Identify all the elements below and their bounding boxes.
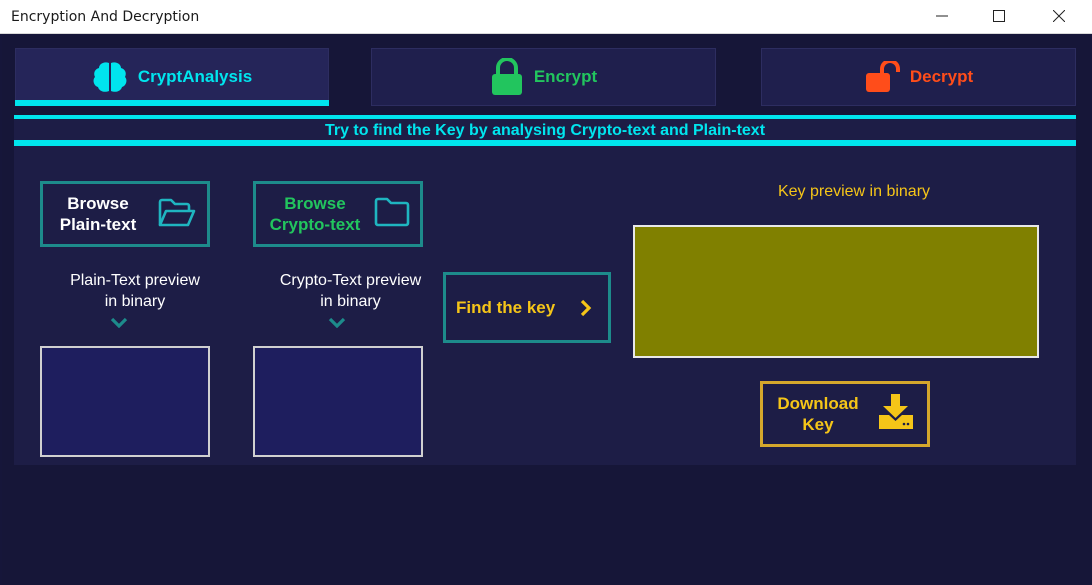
unlock-icon — [865, 61, 900, 92]
crypto-preview-label: Crypto-Text preview in binary — [253, 270, 448, 312]
tab-cryptanalysis[interactable]: CryptAnalysis — [15, 48, 329, 106]
maximize-button[interactable] — [976, 0, 1022, 33]
find-the-key-label: Find the key — [456, 298, 556, 317]
cryptanalysis-panel: Try to find the Key by analysing Crypto-… — [14, 115, 1076, 465]
plain-preview-line2: in binary — [104, 293, 166, 310]
browse-crypto-line1: Browse — [284, 194, 346, 213]
browse-plain-text-button[interactable]: Browse Plain-text — [40, 181, 210, 247]
browse-crypto-text-button[interactable]: Browse Crypto-text — [253, 181, 423, 247]
plain-preview-line1: Plain-Text preview — [70, 272, 200, 289]
download-key-button[interactable]: Download Key — [760, 381, 930, 447]
close-icon — [1053, 10, 1065, 22]
close-button[interactable] — [1036, 0, 1082, 33]
find-the-key-button[interactable]: Find the key — [443, 272, 611, 343]
tab-decrypt-label: Decrypt — [909, 67, 974, 86]
download-key-line2: Key — [802, 415, 834, 434]
title-bar: Encryption And Decryption — [0, 0, 1092, 34]
plain-text-binary-preview — [40, 346, 210, 457]
instruction-banner: Try to find the Key by analysing Crypto-… — [14, 115, 1076, 146]
minimize-icon — [936, 15, 948, 17]
key-binary-preview — [633, 225, 1039, 358]
download-key-line1: Download — [777, 394, 859, 413]
key-preview-label: Key preview in binary — [777, 183, 931, 200]
chevron-right-icon — [580, 299, 592, 317]
browse-plain-line1: Browse — [67, 194, 129, 213]
app-body: CryptAnalysis Encrypt Decrypt Try to fin… — [2, 35, 1090, 585]
tab-encrypt-label: Encrypt — [533, 67, 598, 86]
chevron-down-icon — [110, 317, 128, 328]
tab-decrypt[interactable]: Decrypt — [761, 48, 1076, 106]
crypto-preview-line1: Crypto-Text preview — [279, 272, 422, 289]
brain-icon — [93, 62, 127, 92]
browse-crypto-line2: Crypto-text — [269, 215, 361, 234]
maximize-icon — [993, 10, 1005, 22]
minimize-button[interactable] — [919, 0, 965, 33]
tab-encrypt[interactable]: Encrypt — [371, 48, 716, 106]
crypto-text-binary-preview — [253, 346, 423, 457]
folder-icon — [374, 197, 410, 227]
tab-cryptanalysis-label: CryptAnalysis — [137, 67, 253, 86]
lock-icon — [491, 58, 522, 95]
active-tab-indicator — [15, 100, 329, 106]
download-icon — [879, 394, 913, 429]
browse-plain-line2: Plain-text — [59, 215, 137, 234]
plain-preview-label: Plain-Text preview in binary — [40, 270, 230, 312]
crypto-preview-line2: in binary — [320, 293, 381, 310]
chevron-down-icon — [328, 317, 346, 328]
folder-open-icon — [158, 198, 196, 227]
window-title: Encryption And Decryption — [11, 9, 200, 25]
instruction-text: Try to find the Key by analysing Crypto-… — [324, 122, 766, 139]
